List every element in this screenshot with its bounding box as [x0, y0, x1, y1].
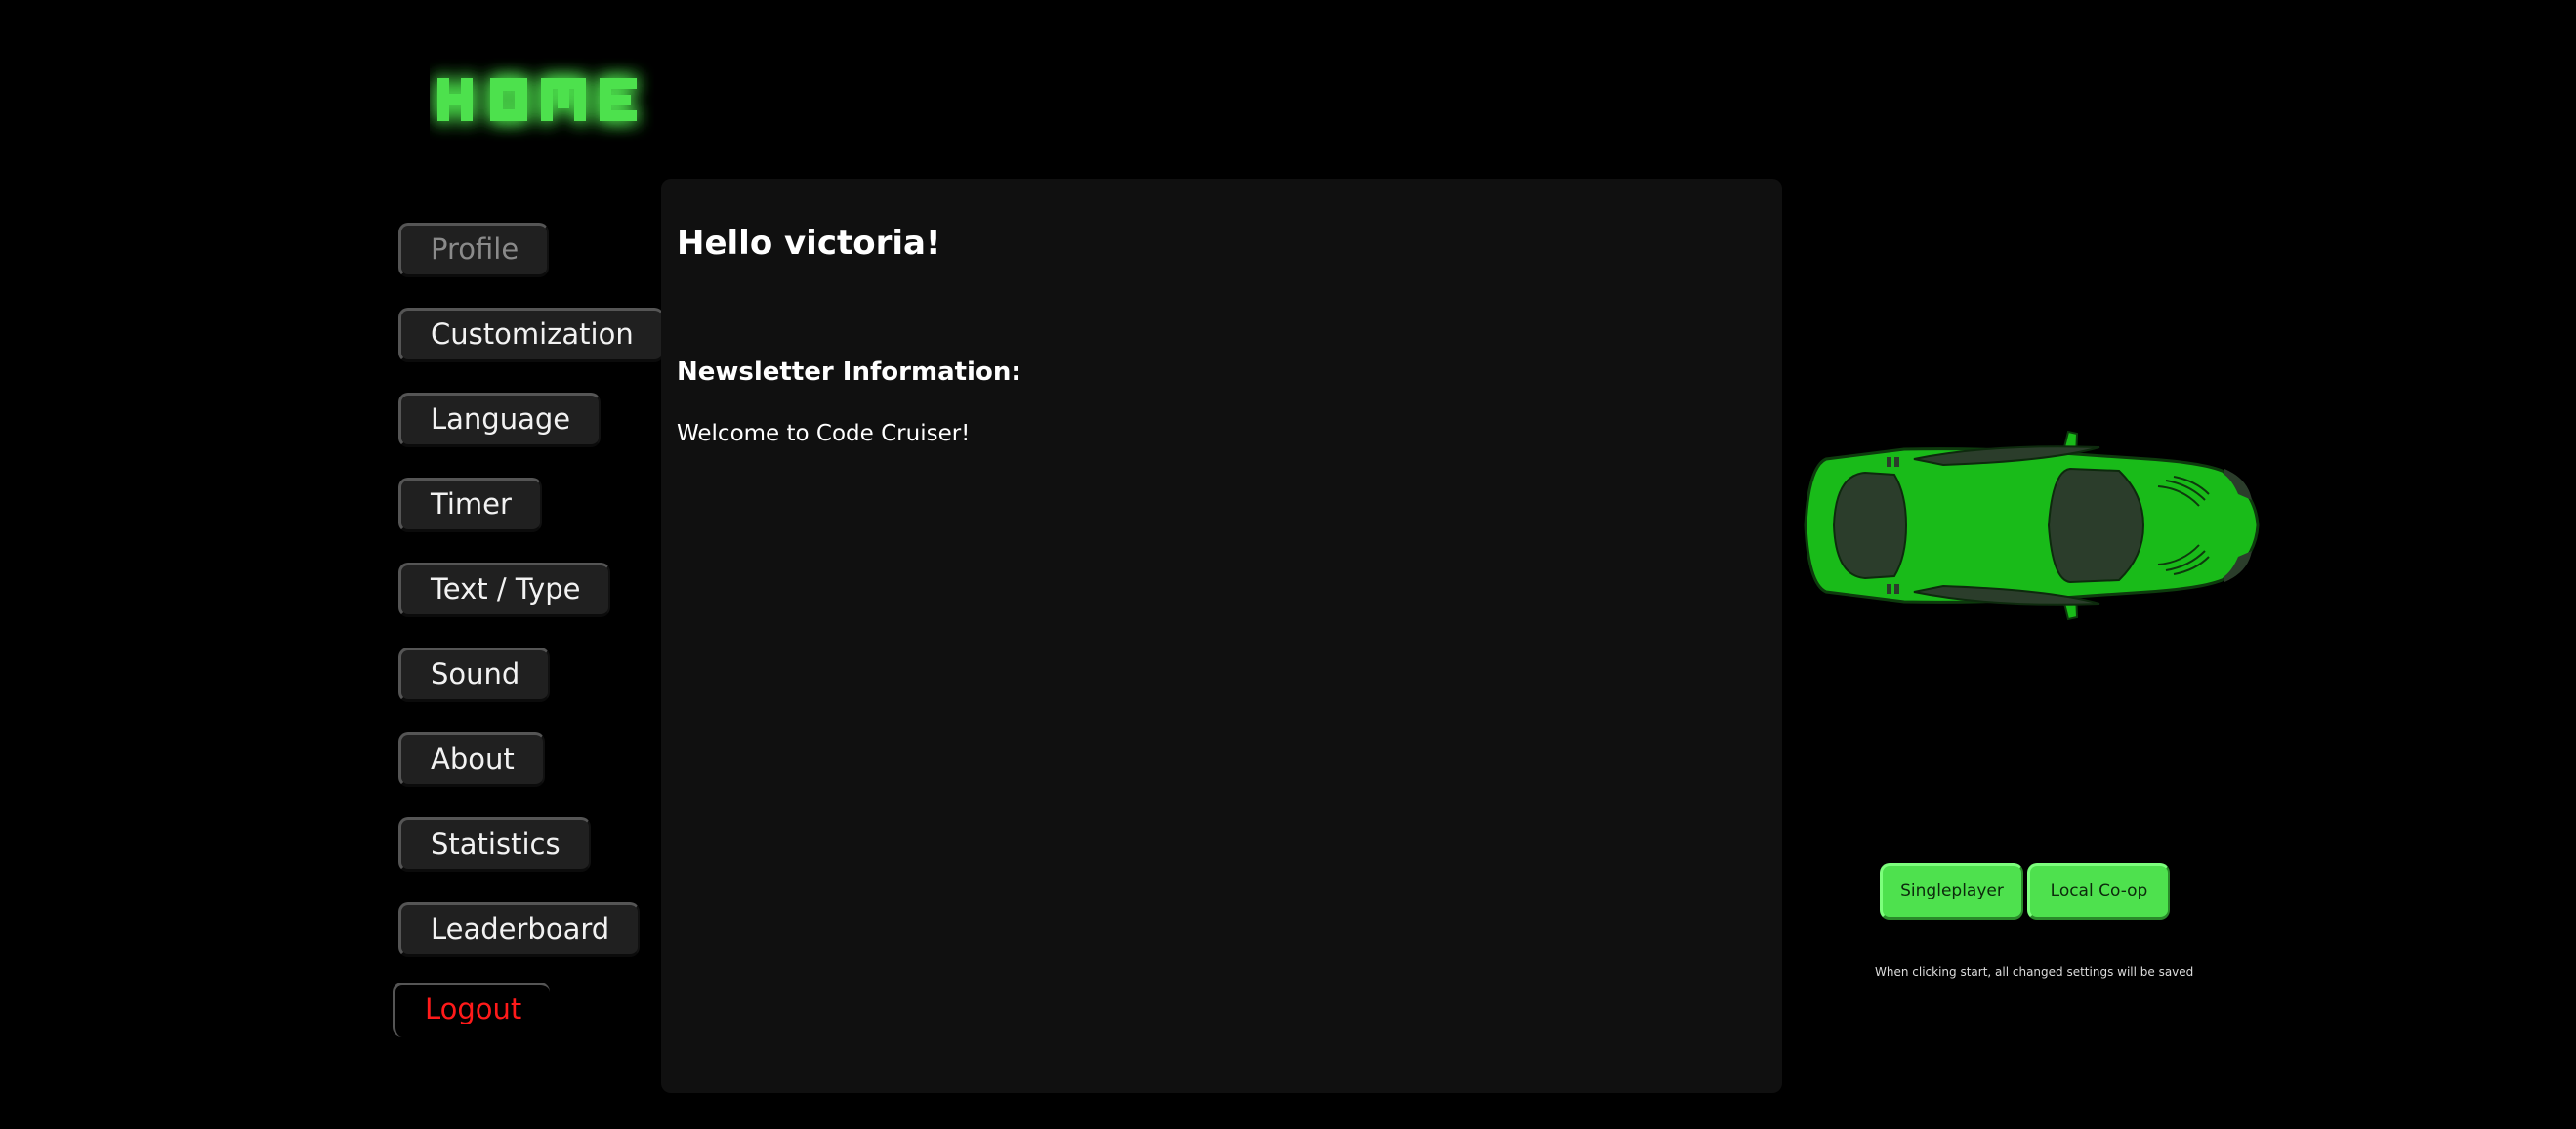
singleplayer-button[interactable]: Singleplayer — [1880, 863, 2023, 920]
menu-button-leaderboard[interactable]: Leaderboard — [398, 902, 641, 957]
newsletter-heading: Newsletter Information: — [677, 357, 1021, 387]
menu-button-customization[interactable]: Customization — [398, 308, 664, 362]
menu-button-text-type[interactable]: Text / Type — [398, 563, 611, 617]
save-settings-note: When clicking start, all changed setting… — [1875, 965, 2194, 979]
greeting-heading: Hello victoria! — [677, 224, 941, 263]
menu-button-profile[interactable]: Profile — [398, 223, 550, 277]
menu-button-about[interactable]: About — [398, 732, 545, 787]
local-coop-button[interactable]: Local Co-op — [2027, 863, 2170, 920]
menu-button-sound[interactable]: Sound — [398, 648, 551, 702]
menu-button-statistics[interactable]: Statistics — [398, 817, 591, 872]
logout-button[interactable]: Logout — [393, 983, 551, 1037]
home-page: Profile Customization Language Timer Tex… — [0, 0, 2576, 1129]
menu-button-timer[interactable]: Timer — [398, 478, 542, 532]
race-car-icon — [1797, 410, 2261, 641]
newsletter-body: Welcome to Code Cruiser! — [677, 421, 971, 446]
home-title-glyphs — [437, 78, 637, 121]
menu-button-language[interactable]: Language — [398, 393, 602, 447]
content-panel: Hello victoria! Newsletter Information: … — [661, 179, 1782, 1093]
home-logo — [437, 78, 637, 121]
page-title — [430, 57, 654, 145]
